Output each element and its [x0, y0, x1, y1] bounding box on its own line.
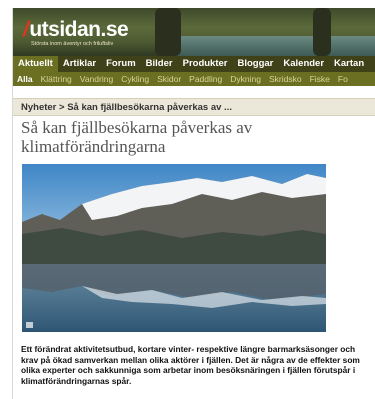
nav-tab-kartan[interactable]: Kartan [329, 56, 369, 72]
article-lede: Ett förändrat aktivitetsutbud, kortare v… [21, 344, 360, 386]
subnav-item-klättring[interactable]: Klättring [37, 74, 76, 84]
sub-nav: Alla Klättring Vandring Cykling Skidor Paddli… [13, 72, 375, 86]
breadcrumb[interactable]: Nyheter > Så kan fjällbesökarna påverkas… [21, 102, 232, 113]
site-tagline: Största inom äventyr och friluftsliv [31, 41, 114, 47]
page-frame: /utsidan.se Största inom äventyr och fri… [12, 8, 375, 399]
banner-tree [313, 8, 331, 56]
nav-tab-artiklar[interactable]: Artiklar [58, 56, 101, 72]
nav-tab-kalender[interactable]: Kalender [278, 56, 329, 72]
article-image[interactable] [22, 164, 326, 332]
site-logo[interactable]: /utsidan.se [23, 18, 129, 42]
subnav-item-fo[interactable]: Fo [334, 74, 352, 84]
nav-tab-forum[interactable]: Forum [101, 56, 141, 72]
subnav-item-cykling[interactable]: Cykling [117, 74, 153, 84]
banner-lake [163, 36, 375, 56]
breadcrumb-bar: Nyheter > Så kan fjällbesökarna påverkas… [13, 98, 375, 116]
subnav-item-fiske[interactable]: Fiske [306, 74, 334, 84]
logo-mark-icon: / [23, 18, 29, 41]
nav-tab-bloggar[interactable]: Bloggar [232, 56, 278, 72]
subnav-item-dykning[interactable]: Dykning [226, 74, 265, 84]
subnav-item-paddling[interactable]: Paddling [185, 74, 226, 84]
main-nav: Aktuellt Artiklar Forum Bilder Produkter Blog… [13, 56, 375, 72]
image-corner-icon [26, 322, 33, 328]
article-title: Så kan fjällbesökarna påverkas av klimat… [21, 118, 253, 156]
banner-tree [155, 8, 181, 56]
site-banner: /utsidan.se Största inom äventyr och fri… [13, 8, 375, 56]
subnav-item-vandring[interactable]: Vandring [76, 74, 117, 84]
subnav-item-alla[interactable]: Alla [13, 74, 37, 84]
subnav-item-skidor[interactable]: Skidor [153, 74, 185, 84]
nav-tab-produkter[interactable]: Produkter [178, 56, 233, 72]
nav-tab-bilder[interactable]: Bilder [141, 56, 178, 72]
subnav-item-skridsko[interactable]: Skridsko [265, 74, 306, 84]
nav-tab-aktuellt[interactable]: Aktuellt [13, 56, 58, 72]
